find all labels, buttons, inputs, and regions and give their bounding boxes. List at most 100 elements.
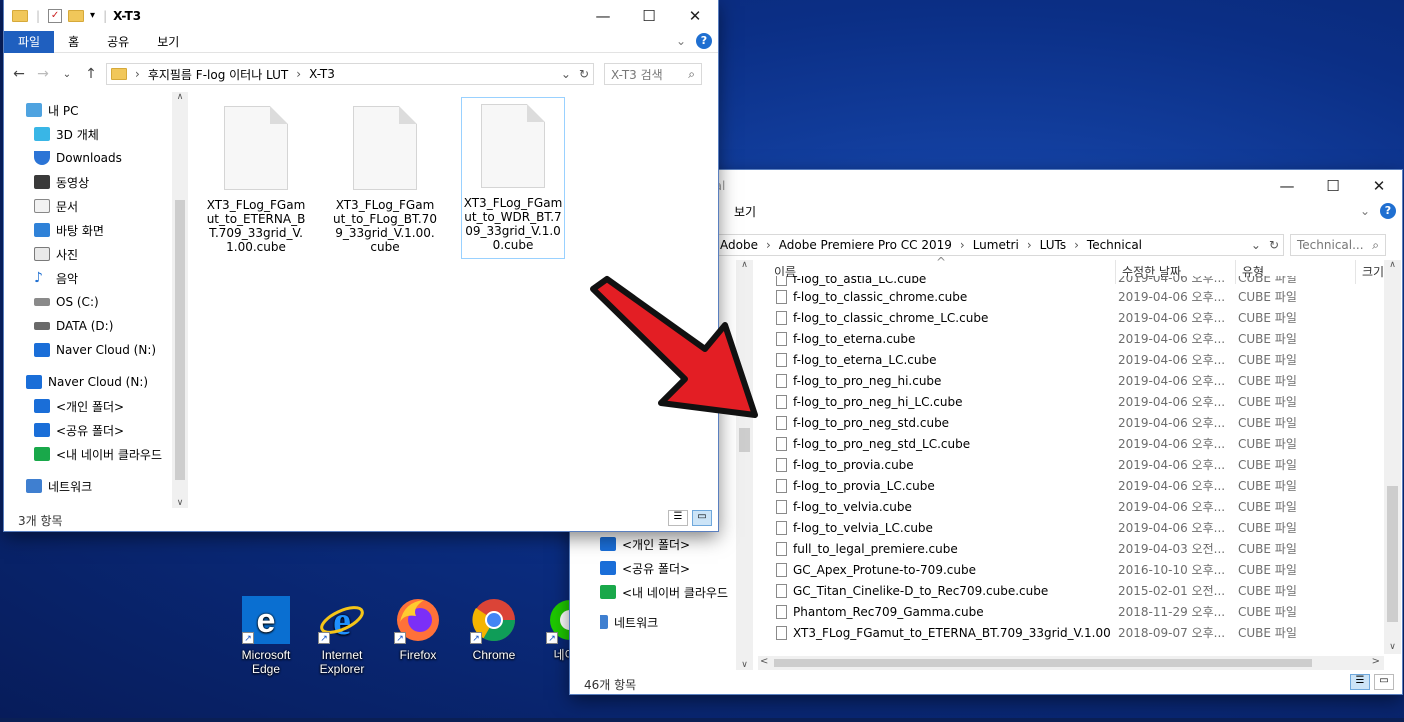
scroll-down-icon[interactable]: ∨ [172,498,188,508]
table-row[interactable]: f-log_to_provia.cube 2019-04-06 오후... CUBE… [770,454,1382,475]
scroll-down-icon[interactable]: ∨ [1384,642,1401,652]
desktop-icon-chrome[interactable]: ↗ Chrome [458,596,530,662]
table-row[interactable]: f-log_to_pro_neg_hi.cube 2019-04-06 오후...… [770,370,1382,391]
up-button[interactable]: ↑ [82,66,100,82]
breadcrumb-item[interactable]: Technical [1087,238,1142,252]
scroll-down-icon[interactable]: ∨ [736,660,753,670]
details-view-icon[interactable]: ☰ [668,510,688,526]
table-row[interactable]: f-log_to_astia_LC.cube 2019-04-06 오후... CU… [770,276,1382,286]
help-icon[interactable]: ? [696,33,712,49]
chevron-down-icon[interactable]: ⌄ [1251,238,1261,252]
refresh-icon[interactable]: ↻ [1269,238,1279,252]
breadcrumb-item[interactable]: Adobe Premiere Pro CC 2019 [779,238,952,252]
nav-item-naver-cloud-drive[interactable]: Naver Cloud (N:) [26,338,172,362]
maximize-button[interactable]: ☐ [626,0,672,31]
nav-item-private-folder[interactable]: <개인 폴더> [26,394,172,418]
search-input[interactable]: Technical... ⌕ [1290,234,1386,256]
table-row[interactable]: Phantom_Rec709_Gamma.cube 2018-11-29 오후..… [770,601,1382,622]
table-row[interactable]: f-log_to_pro_neg_std.cube 2019-04-06 오후..… [770,412,1382,433]
desktop-icon-ie[interactable]: e ↗ Internet Explorer [306,596,378,676]
table-row[interactable]: XT3_FLog_FGamut_to_ETERNA_BT.709_33grid_… [770,622,1382,643]
scroll-right-icon[interactable]: > [1372,656,1380,667]
tab-view[interactable]: 보기 [720,201,770,223]
file-item[interactable]: XT3_FLog_FGamut_to_ETERNA_BT.709_33grid_… [204,100,308,254]
table-row[interactable]: full_to_legal_premiere.cube 2019-04-03 오전… [770,538,1382,559]
chevron-down-icon[interactable]: ⌄ [561,67,571,81]
file-item-selected[interactable]: XT3_FLog_FGamut_to_WDR_BT.709_33grid_V.1… [461,97,565,259]
tab-home[interactable]: 홈 [54,31,93,53]
nav-item-my-naver-cloud[interactable]: <내 네이버 클라우드 [26,442,172,466]
table-row[interactable]: f-log_to_eterna.cube 2019-04-06 오후... CUBE… [770,328,1382,349]
close-button[interactable]: ✕ [1356,170,1402,201]
nav-item-desktop[interactable]: 바탕 화면 [26,218,172,242]
large-icons-view-icon[interactable]: ▭ [1374,674,1394,690]
address-bar[interactable]: › 후지필름 F-log 이터나 LUT › X-T3 ⌄ ↻ [106,63,594,85]
scroll-thumb[interactable] [774,659,1312,667]
nav-item-music[interactable]: ♪ 음악 [26,266,172,290]
table-row[interactable]: f-log_to_pro_neg_std_LC.cube 2019-04-06 오… [770,433,1382,454]
nav-item-drive-c[interactable]: OS (C:) [26,290,172,314]
table-row[interactable]: GC_Titan_Cinelike-D_to_Rec709.cube.cube 2… [770,580,1382,601]
scroll-up-icon[interactable]: ∧ [172,92,188,102]
details-view-icon[interactable]: ☰ [1350,674,1370,690]
tab-file[interactable]: 파일 [4,30,55,53]
chevron-down-icon[interactable]: ⌄ [676,34,686,48]
nav-item-my-naver-cloud[interactable]: <내 네이버 클라우드 [600,580,740,604]
scroll-thumb[interactable] [175,200,185,480]
tab-view[interactable]: 보기 [143,31,193,53]
nav-item-naver-cloud[interactable]: Naver Cloud (N:) [26,370,172,394]
desktop-icon-firefox[interactable]: ↗ Firefox [382,596,454,662]
table-row[interactable]: f-log_to_velvia_LC.cube 2019-04-06 오후... C… [770,517,1382,538]
address-bar[interactable]: Adobe › Adobe Premiere Pro CC 2019 › Lum… [716,234,1284,256]
nav-item-drive-d[interactable]: DATA (D:) [26,314,172,338]
table-row[interactable]: f-log_to_eterna_LC.cube 2019-04-06 오후... C… [770,349,1382,370]
breadcrumb-item[interactable]: LUTs [1040,238,1066,252]
recent-locations-icon[interactable]: ⌄ [58,69,76,80]
nav-item-shared-folder[interactable]: <공유 폴더> [26,418,172,442]
horizontal-scrollbar[interactable]: < > [758,656,1384,670]
maximize-button[interactable]: ☐ [1310,170,1356,201]
help-icon[interactable]: ? [1380,203,1396,219]
back-button[interactable]: ← [10,66,28,82]
nav-item-this-pc[interactable]: 내 PC [26,98,172,122]
scroll-thumb[interactable] [1387,486,1398,622]
close-button[interactable]: ✕ [672,0,718,31]
desktop-icon-edge[interactable]: e ↗ Microsoft Edge [230,596,302,676]
search-input[interactable]: X-T3 검색 ⌕ [604,63,702,85]
scroll-thumb[interactable] [739,428,750,452]
tab-share[interactable]: 공유 [93,31,143,53]
nav-item-pictures[interactable]: 사진 [26,242,172,266]
nav-item-private-folder[interactable]: <개인 폴더> [600,532,740,556]
file-item[interactable]: XT3_FLog_FGamut_to_FLog_BT.709_33grid_V.… [333,100,437,254]
new-folder-icon[interactable] [68,9,85,22]
nav-item-documents[interactable]: 문서 [26,194,172,218]
scroll-left-icon[interactable]: < [760,656,768,667]
quick-access-dropdown-icon[interactable]: ▾ [90,10,95,21]
nav-item-network[interactable]: 네트워크 [26,474,172,498]
table-row[interactable]: GC_Apex_Protune-to-709.cube 2016-10-10 오후… [770,559,1382,580]
table-row[interactable]: f-log_to_pro_neg_hi_LC.cube 2019-04-06 오후… [770,391,1382,412]
scroll-up-icon[interactable]: ∧ [1384,260,1401,270]
scroll-up-icon[interactable]: ∧ [736,260,753,270]
chevron-down-icon[interactable]: ⌄ [1360,204,1370,218]
properties-icon[interactable]: ✓ [48,8,63,23]
large-icons-view-icon[interactable]: ▭ [692,510,712,526]
breadcrumb-item[interactable]: Lumetri [973,238,1019,252]
minimize-button[interactable]: — [1264,170,1310,201]
breadcrumb-item[interactable]: Adobe [720,238,758,252]
table-row[interactable]: f-log_to_velvia.cube 2019-04-06 오후... CUBE… [770,496,1382,517]
refresh-icon[interactable]: ↻ [579,67,589,81]
nav-item-videos[interactable]: 동영상 [26,170,172,194]
file-list-scrollbar[interactable]: ∧ ∨ [1384,260,1401,654]
breadcrumb-item[interactable]: 후지필름 F-log 이터나 LUT [148,66,288,83]
forward-button[interactable]: → [34,66,52,82]
nav-item-shared-folder[interactable]: <공유 폴더> [600,556,740,580]
minimize-button[interactable]: — [580,0,626,31]
breadcrumb-item[interactable]: X-T3 [309,67,335,81]
nav-item-network[interactable]: 네트워크 [600,610,740,632]
nav-item-3d-objects[interactable]: 3D 개체 [26,122,172,146]
nav-item-downloads[interactable]: Downloads [26,146,172,170]
table-row[interactable]: f-log_to_classic_chrome_LC.cube 2019-04-0… [770,307,1382,328]
table-row[interactable]: f-log_to_provia_LC.cube 2019-04-06 오후... C… [770,475,1382,496]
table-row[interactable]: f-log_to_classic_chrome.cube 2019-04-06 오… [770,286,1382,307]
